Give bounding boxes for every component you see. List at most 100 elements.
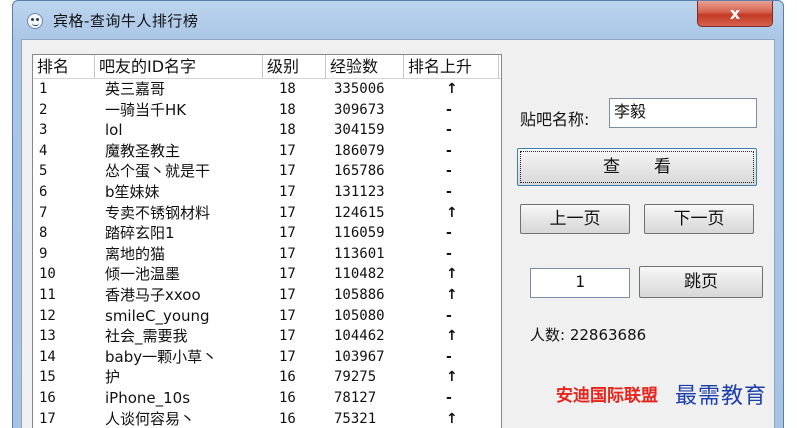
rank-cell: 14: [39, 348, 56, 365]
rank-up-cell: ↑: [446, 81, 458, 97]
rank-cell: 2: [39, 101, 48, 118]
experience-cell: 124615: [334, 204, 385, 221]
rank-cell: 5: [39, 163, 48, 180]
table-row[interactable]: 12 smileC_young 17 105080 -: [33, 306, 501, 327]
bar-name-label: 贴吧名称:: [520, 110, 590, 129]
level-cell: 16: [279, 410, 296, 427]
rank-up-cell: ↑: [446, 204, 458, 221]
id-name-cell: 专卖不锈钢材料: [105, 203, 211, 222]
experience-cell: 186079: [334, 142, 385, 159]
table-row[interactable]: 17 人谈何容易丶 16 75321 ↑: [33, 409, 501, 428]
experience-cell: 113601: [334, 245, 385, 262]
table-row[interactable]: 6 b笙妹妹 17 131123 -: [33, 182, 501, 203]
rank-cell: 17: [39, 410, 56, 427]
experience-cell: 110482: [334, 266, 385, 283]
level-cell: 17: [279, 307, 296, 324]
close-button[interactable]: x: [697, 1, 773, 27]
id-name-cell: 踏碎玄阳1: [105, 224, 175, 243]
level-cell: 17: [279, 225, 296, 242]
smiley-app-icon: [27, 13, 43, 29]
rank-up-cell: -: [446, 142, 452, 159]
id-name-cell: 一骑当千HK: [105, 100, 187, 119]
rank-cell: 16: [39, 389, 56, 406]
table-row[interactable]: 13 社会_需要我 17 104462 ↑: [33, 326, 501, 347]
prev-page-button[interactable]: 上一页: [520, 204, 630, 234]
bar-name-input[interactable]: 李毅: [609, 98, 757, 128]
page-number-input[interactable]: 1: [530, 268, 630, 298]
id-name-cell: iPhone_10s: [105, 388, 191, 407]
experience-cell: 75321: [334, 410, 377, 427]
id-name-cell: 英三嘉哥: [105, 80, 166, 98]
experience-cell: 78127: [334, 389, 377, 406]
client-area: 排名 吧友的ID名字 级别 经验数 排名上升 1 英三嘉哥 18 335006 ↑ 2 一骑…: [21, 39, 775, 428]
rank-cell: 11: [39, 286, 56, 303]
watermark-blue: 最需教育: [675, 384, 768, 409]
next-page-button[interactable]: 下一页: [644, 204, 754, 234]
experience-cell: 165786: [334, 163, 385, 180]
table-row[interactable]: 7 专卖不锈钢材料 17 124615 ↑: [33, 203, 501, 224]
rank-up-cell: -: [446, 101, 452, 118]
rank-cell: 9: [39, 245, 48, 262]
level-cell: 17: [279, 328, 296, 345]
column-header-id-name[interactable]: 吧友的ID名字: [95, 55, 263, 79]
rank-cell: 13: [39, 328, 56, 345]
id-name-cell: 香港马子xxoo: [105, 285, 201, 304]
app-window: 宾格-查询牛人排行榜 x 排名 吧友的ID名字 级别 经验数 排名上升 1 英三嘉…: [12, 0, 784, 428]
jump-page-button[interactable]: 跳页: [639, 266, 763, 298]
rank-cell: 10: [39, 266, 56, 283]
rank-cell: 4: [39, 142, 48, 159]
table-row[interactable]: 9 离地的猫 17 113601 -: [33, 244, 501, 265]
level-cell: 17: [279, 266, 296, 283]
rank-cell: 6: [39, 183, 48, 200]
rank-cell: 8: [39, 225, 48, 242]
experience-cell: 304159: [334, 122, 385, 139]
experience-cell: 131123: [334, 183, 385, 200]
experience-cell: 104462: [334, 328, 385, 345]
table-row[interactable]: 16 iPhone_10s 16 78127 -: [33, 388, 501, 409]
column-header-rank-up[interactable]: 排名上升: [404, 55, 499, 79]
experience-cell: 335006: [334, 81, 385, 97]
table-row[interactable]: 11 香港马子xxoo 17 105886 ↑: [33, 285, 501, 306]
ranking-list[interactable]: 排名 吧友的ID名字 级别 经验数 排名上升 1 英三嘉哥 18 335006 ↑ 2 一骑…: [32, 54, 502, 428]
id-name-cell: 社会_需要我: [105, 327, 188, 346]
title-bar[interactable]: 宾格-查询牛人排行榜 x: [13, 1, 783, 39]
level-cell: 16: [279, 389, 296, 406]
window-title: 宾格-查询牛人排行榜: [53, 12, 199, 30]
level-cell: 17: [279, 204, 296, 221]
level-cell: 17: [279, 142, 296, 159]
id-name-cell: lol: [105, 121, 123, 140]
table-row[interactable]: 4 魔教圣教主 17 186079 -: [33, 141, 501, 162]
experience-cell: 103967: [334, 348, 385, 365]
table-row[interactable]: 1 英三嘉哥 18 335006 ↑: [33, 79, 501, 100]
member-count-text: 人数: 22863686: [530, 326, 647, 344]
id-name-cell: 怂个蛋丶就是干: [105, 162, 211, 181]
rank-cell: 1: [39, 81, 48, 97]
id-name-cell: 魔教圣教主: [105, 141, 181, 160]
experience-cell: 116059: [334, 225, 385, 242]
rank-cell: 3: [39, 122, 48, 139]
table-row[interactable]: 2 一骑当千HK 18 309673 -: [33, 100, 501, 121]
experience-cell: 79275: [334, 369, 377, 386]
table-row[interactable]: 3 lol 18 304159 -: [33, 120, 501, 141]
experience-cell: 105080: [334, 307, 385, 324]
level-cell: 17: [279, 163, 296, 180]
id-name-cell: baby一颗小草丶: [105, 347, 218, 366]
table-row[interactable]: 14 baby一颗小草丶 17 103967 -: [33, 347, 501, 368]
level-cell: 17: [279, 348, 296, 365]
rank-up-cell: -: [446, 389, 452, 406]
table-row[interactable]: 8 踏碎玄阳1 17 116059 -: [33, 223, 501, 244]
column-header-level[interactable]: 级别: [263, 55, 326, 79]
level-cell: 18: [279, 101, 296, 118]
table-row[interactable]: 15 护 16 79275 ↑: [33, 367, 501, 388]
watermark-red: 安迪国际联盟: [556, 386, 658, 406]
level-cell: 17: [279, 183, 296, 200]
column-header-experience[interactable]: 经验数: [326, 55, 404, 79]
view-button[interactable]: 查 看: [517, 148, 757, 186]
id-name-cell: 护: [105, 368, 121, 387]
level-cell: 17: [279, 286, 296, 303]
column-header-rank[interactable]: 排名: [33, 55, 95, 79]
table-row[interactable]: 10 倾一池温墨 17 110482 ↑: [33, 264, 501, 285]
rank-up-cell: ↑: [446, 410, 458, 427]
table-row[interactable]: 5 怂个蛋丶就是干 17 165786 -: [33, 161, 501, 182]
rank-up-cell: ↑: [446, 266, 458, 283]
